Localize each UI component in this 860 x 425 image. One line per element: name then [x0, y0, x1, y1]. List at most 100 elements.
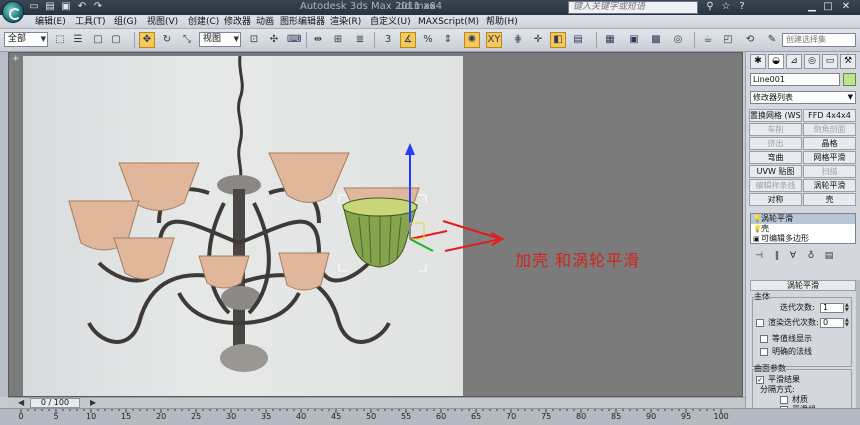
menu-group[interactable]: 组(G) — [114, 16, 137, 28]
modifier-button-sweep[interactable]: 扫描 — [803, 165, 856, 178]
select-object-icon[interactable]: ⬚ — [52, 32, 68, 48]
modifier-button-bevel-profile[interactable]: 倒角剖面 — [803, 123, 856, 136]
render-iters-spinner[interactable]: 0 — [820, 318, 844, 328]
modifier-button-extrude[interactable]: 挤出 — [749, 137, 802, 150]
layer-manager-icon[interactable]: ≣ — [352, 32, 368, 48]
create-tab-icon[interactable]: ✱ — [750, 54, 766, 69]
perspective-viewport[interactable]: + 加壳 和涡轮平滑 — [8, 52, 743, 397]
modifier-button-displace-mesh[interactable]: 置换网格 (WSM) — [749, 109, 802, 122]
modifier-button-lattice[interactable]: 晶格 — [803, 137, 856, 150]
object-name-field[interactable]: Line001 — [750, 73, 840, 86]
modifier-button-meshsmooth[interactable]: 网格平滑 — [803, 151, 856, 164]
remove-modifier-icon[interactable]: ♁ — [804, 249, 818, 263]
spinner-snap-icon[interactable]: ⇕ — [440, 32, 456, 48]
light-bulb-icon[interactable]: 💡 — [753, 214, 762, 224]
modifier-button-bend[interactable]: 弯曲 — [749, 151, 802, 164]
gizmo-z-arrow[interactable] — [405, 143, 415, 155]
motion-tab-icon[interactable]: ◎ — [804, 54, 820, 69]
expand-icon[interactable]: ▣ — [753, 234, 760, 244]
selection-filter-dropdown[interactable]: 全部 ▼ — [4, 32, 48, 47]
menu-views[interactable]: 视图(V) — [147, 16, 178, 28]
render-setup-icon[interactable]: ▤ — [570, 32, 586, 48]
spinner-arrows-icon[interactable]: ▲ ▼ — [845, 318, 851, 328]
smooth-result-checkbox[interactable]: ✓ — [756, 376, 764, 384]
hierarchy-tab-icon[interactable]: ⊿ — [786, 54, 802, 69]
modifier-button-turbosmooth[interactable]: 涡轮平滑 — [803, 179, 856, 192]
time-slider[interactable]: ◀ 0 / 100 ▶ — [8, 397, 745, 408]
modify-tab-icon[interactable]: ◒ — [768, 54, 784, 69]
select-and-scale-icon[interactable]: ⤡ — [179, 32, 195, 48]
modifier-button-lathe[interactable]: 车削 — [749, 123, 802, 136]
new-file-icon[interactable]: ▭ — [28, 1, 40, 13]
materials-checkbox[interactable] — [780, 396, 788, 404]
environment-icon[interactable]: ◰ — [720, 32, 736, 48]
align-icon[interactable]: ⊞ — [330, 32, 346, 48]
utilities-tab-icon[interactable]: ⚒ — [840, 54, 856, 69]
menu-graph-editors[interactable]: 图形编辑器 — [280, 16, 325, 28]
modifier-button-symmetry[interactable]: 对称 — [749, 193, 802, 206]
stack-item-shell[interactable]: 💡 壳 — [751, 224, 855, 234]
percent-snap-icon[interactable]: % — [420, 32, 436, 48]
menu-edit[interactable]: 编辑(E) — [35, 16, 66, 28]
menu-help[interactable]: 帮助(H) — [486, 16, 518, 28]
menu-modifiers[interactable]: 修改器 — [224, 16, 251, 28]
pivot-center-icon[interactable]: ⊡ — [246, 32, 262, 48]
make-unique-icon[interactable]: ∀ — [786, 249, 800, 263]
material-editor-icon[interactable]: ◧ — [550, 32, 566, 48]
help-search-icon[interactable]: ⚲ — [704, 1, 716, 13]
schematic-view-icon[interactable]: ✛ — [530, 32, 546, 48]
time-prev-icon[interactable]: ◀ — [18, 398, 24, 408]
display-tab-icon[interactable]: ▭ — [822, 54, 838, 69]
menu-tools[interactable]: 工具(T) — [75, 16, 106, 28]
help-icon[interactable]: ? — [736, 1, 748, 13]
teapot-render-icon[interactable]: ☕ — [700, 32, 716, 48]
mirror-icon[interactable]: ⇹ — [310, 32, 326, 48]
turbosmooth-rollout-header[interactable]: 涡轮平滑 — [750, 280, 856, 291]
render-last-icon[interactable]: ⟲ — [742, 32, 758, 48]
render-iterative-icon[interactable]: ▩ — [648, 32, 664, 48]
select-and-move-icon[interactable]: ✥ — [139, 32, 155, 48]
track-bar[interactable]: 0 5 10 15 20 25 30 35 40 45 50 55 60 65 70 75 80 85 90 95 10… — [0, 408, 860, 425]
gizmo-x-axis[interactable] — [409, 230, 448, 240]
menu-animation[interactable]: 动画 — [256, 16, 274, 28]
modifier-button-uvw-map[interactable]: UVW 贴图 — [749, 165, 802, 178]
select-by-name-icon[interactable]: ☰ — [70, 32, 86, 48]
object-color-swatch[interactable] — [843, 73, 856, 86]
help-search-input[interactable]: 键入关键字或短语 — [568, 1, 698, 14]
activeshade-icon[interactable]: ◎ — [670, 32, 686, 48]
modifier-button-ffd[interactable]: FFD 4x4x4 — [803, 109, 856, 122]
modifier-button-shell[interactable]: 壳 — [803, 193, 856, 206]
menu-create[interactable]: 创建(C) — [188, 16, 219, 28]
reference-coord-dropdown[interactable]: 视图 ▼ — [199, 32, 241, 47]
gizmo-y-axis[interactable] — [409, 238, 434, 252]
redo-icon[interactable]: ↷ — [92, 1, 104, 13]
command-panel-scrollbar[interactable] — [856, 280, 860, 410]
spinner-arrows-icon[interactable]: ▲ ▼ — [845, 303, 851, 313]
show-end-result-icon[interactable]: ‖ — [770, 249, 784, 263]
favorites-icon[interactable]: ☆ — [720, 1, 732, 13]
keyboard-shortcut-override-icon[interactable]: ⌨ — [286, 32, 302, 48]
stack-item-editable-poly[interactable]: ▣ 可编辑多边形 — [751, 234, 855, 244]
configure-sets-icon[interactable]: ▤ — [822, 249, 836, 263]
time-next-icon[interactable]: ▶ — [90, 398, 96, 408]
modifier-button-edit-spline[interactable]: 编辑样条线 — [749, 179, 802, 192]
undo-icon[interactable]: ↶ — [76, 1, 88, 13]
maximize-button[interactable]: □ — [822, 0, 834, 14]
render-iters-checkbox[interactable] — [756, 319, 764, 327]
close-button[interactable]: ✕ — [840, 0, 852, 14]
window-crossing-icon[interactable]: ▢ — [108, 32, 124, 48]
rendered-frame-window-icon[interactable]: ▦ — [602, 32, 618, 48]
select-and-rotate-icon[interactable]: ↻ — [159, 32, 175, 48]
menu-rendering[interactable]: 渲染(R) — [330, 16, 361, 28]
app-logo-icon[interactable] — [2, 1, 24, 23]
open-file-icon[interactable]: ▤ — [44, 1, 56, 13]
edit-named-sets-icon[interactable]: ✺ — [464, 32, 480, 48]
curve-editor-icon[interactable]: ⋕ — [510, 32, 526, 48]
named-selection-icon[interactable]: ✎ — [764, 32, 780, 48]
isoline-checkbox[interactable] — [760, 335, 768, 343]
angle-snap-icon[interactable]: ∡ — [400, 32, 416, 48]
time-slider-thumb[interactable]: 0 / 100 — [30, 398, 80, 408]
select-manipulate-icon[interactable]: ✣ — [266, 32, 282, 48]
minimize-button[interactable]: ▁ — [806, 0, 818, 14]
explicit-normals-checkbox[interactable] — [760, 348, 768, 356]
